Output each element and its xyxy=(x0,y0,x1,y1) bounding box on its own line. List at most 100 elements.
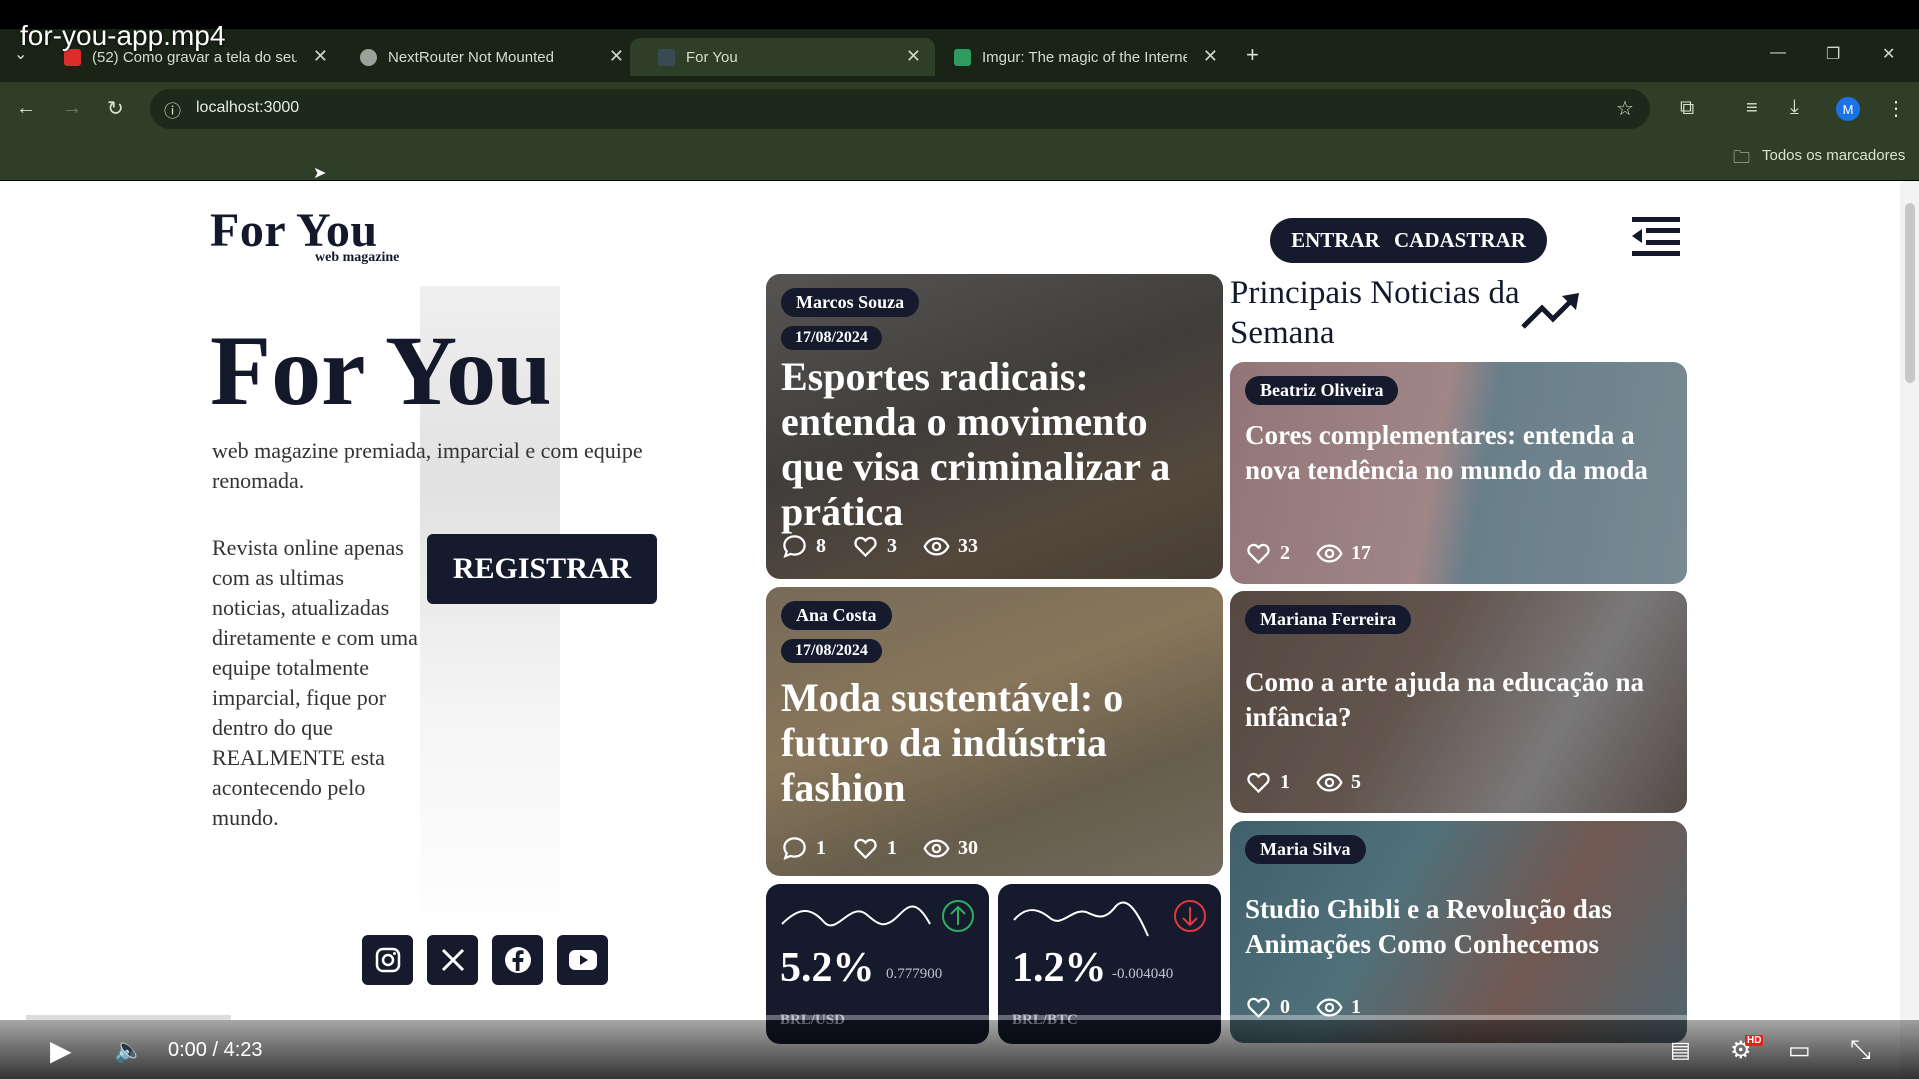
close-window-icon[interactable]: ✕ xyxy=(1882,44,1895,64)
tab-2[interactable]: NextRouter Not Mounted ✕ xyxy=(332,38,638,76)
foryou-favicon-icon xyxy=(658,49,675,66)
like-count: 1 xyxy=(1280,771,1290,793)
hero-description: Revista online apenas com as ultimas not… xyxy=(212,535,418,830)
comment-count: 8 xyxy=(816,535,826,557)
login-button[interactable]: ENTRAR xyxy=(1291,228,1380,253)
youtube-icon[interactable] xyxy=(557,935,608,985)
view-count: 5 xyxy=(1351,771,1361,793)
forward-icon[interactable]: → xyxy=(62,97,82,120)
hd-badge: HD xyxy=(1745,1035,1764,1046)
hero-tagline: web magazine premiada, imparcial e com e… xyxy=(212,438,643,493)
back-icon[interactable]: ← xyxy=(16,97,36,120)
bookmark-star-icon[interactable]: ☆ xyxy=(1616,96,1634,121)
comment-icon xyxy=(783,535,806,558)
comment-count: 1 xyxy=(816,837,826,859)
article-title: Moda sustentável: o futuro da indústria … xyxy=(781,675,1124,810)
article-stats: 8 3 33 xyxy=(781,533,978,560)
eye-icon xyxy=(1316,544,1343,563)
video-title: for-you-app.mp4 xyxy=(20,20,226,51)
top-news-card[interactable]: Mariana Ferreira Como a arte ajuda na ed… xyxy=(1230,591,1687,813)
register-button[interactable]: REGISTRAR xyxy=(427,534,657,604)
quote-percentage: 5.2% xyxy=(780,945,875,991)
eye-icon xyxy=(1316,773,1343,792)
close-tab-icon[interactable]: ✕ xyxy=(313,46,328,67)
comment-icon xyxy=(783,837,806,860)
quote-change: -0.004040 xyxy=(1112,966,1174,982)
featured-news-card[interactable]: Marcos Souza 17/08/2024 Esportes radicai… xyxy=(766,274,1223,579)
top-news-card[interactable]: Beatriz Oliveira Cores complementares: e… xyxy=(1230,362,1687,584)
heart-icon[interactable] xyxy=(1245,540,1272,567)
article-stats: 2 17 xyxy=(1245,540,1371,567)
subtitles-icon[interactable]: ▤ xyxy=(1670,1037,1691,1063)
quote-change: 0.777900 xyxy=(886,966,943,982)
date-badge: 17/08/2024 xyxy=(781,326,882,350)
sparkline-down xyxy=(1013,900,1206,937)
tab-label: Imgur: The magic of the Interne xyxy=(982,48,1187,66)
top-news-card[interactable]: Maria Silva Studio Ghibli e a Revolução … xyxy=(1230,821,1687,1043)
page-scrollbar[interactable] xyxy=(1900,181,1919,1079)
author-badge: Mariana Ferreira xyxy=(1245,605,1412,634)
video-progress-played xyxy=(26,1015,232,1020)
close-tab-icon[interactable]: ✕ xyxy=(609,46,624,67)
web-page: For You web magazine ENTRAR CADASTRAR Fo… xyxy=(0,181,1900,1079)
mouse-cursor-icon: ➤ xyxy=(313,165,327,182)
tab-label: NextRouter Not Mounted xyxy=(388,48,554,66)
signup-button[interactable]: CADASTRAR xyxy=(1394,228,1526,253)
auth-pill: ENTRAR CADASTRAR xyxy=(1270,218,1547,263)
exit-fullscreen-icon[interactable]: ⤡ xyxy=(1850,1034,1871,1066)
bookmarks-bar xyxy=(0,140,1919,180)
tab-label: For You xyxy=(686,48,738,66)
date-badge: 17/08/2024 xyxy=(781,639,882,663)
site-info-icon[interactable]: ⓘ xyxy=(164,97,181,122)
tab-4[interactable]: Imgur: The magic of the Interne ✕ xyxy=(926,38,1232,76)
like-count: 1 xyxy=(887,837,897,859)
article-title: Cores complementares: entenda a nova ten… xyxy=(1245,420,1648,485)
eye-icon xyxy=(923,537,950,556)
view-count: 30 xyxy=(958,837,978,859)
site-logo-subtitle: web magazine xyxy=(315,250,400,265)
close-tab-icon[interactable]: ✕ xyxy=(1203,46,1218,67)
extensions-icon[interactable]: ⧉ xyxy=(1680,97,1694,120)
minimize-icon[interactable]: — xyxy=(1770,44,1786,62)
miniplayer-icon[interactable]: ▭ xyxy=(1788,1036,1811,1065)
view-count: 33 xyxy=(958,535,978,557)
eye-icon xyxy=(923,839,950,858)
like-count: 3 xyxy=(887,535,897,557)
media-control-icon[interactable]: ≡ xyxy=(1746,97,1758,120)
profile-initial: M xyxy=(1842,101,1854,117)
author-badge: Marcos Souza xyxy=(781,288,920,317)
tab-3[interactable]: For You ✕ xyxy=(630,38,935,76)
heart-icon[interactable] xyxy=(852,835,879,862)
close-tab-icon[interactable]: ✕ xyxy=(906,46,921,67)
all-bookmarks-link[interactable]: Todos os marcadores xyxy=(1762,147,1905,164)
play-icon[interactable]: ▶ xyxy=(50,1034,72,1067)
menu-icon[interactable] xyxy=(1632,215,1682,259)
scrollbar-thumb[interactable] xyxy=(1905,203,1915,383)
download-icon[interactable]: ⤓ xyxy=(1790,96,1799,119)
featured-news-card[interactable]: Ana Costa 17/08/2024 Moda sustentável: o… xyxy=(766,587,1223,876)
profile-avatar[interactable]: M xyxy=(1836,97,1860,121)
article-title: Esportes radicais: entenda o movimento q… xyxy=(781,354,1171,534)
facebook-icon[interactable] xyxy=(492,935,543,985)
heart-icon[interactable] xyxy=(852,533,879,560)
volume-icon[interactable]: 🔈 xyxy=(114,1036,144,1065)
browser-menu-icon[interactable]: ⋮ xyxy=(1886,96,1906,121)
restore-icon[interactable]: ❐ xyxy=(1826,44,1840,64)
hero-title: For You xyxy=(210,315,552,426)
like-count: 2 xyxy=(1280,542,1290,564)
nextjs-favicon-icon xyxy=(360,49,377,66)
reload-icon[interactable]: ↻ xyxy=(107,96,124,121)
view-count: 17 xyxy=(1351,542,1371,564)
article-stats: 1 1 30 xyxy=(781,835,978,862)
author-badge: Beatriz Oliveira xyxy=(1245,376,1399,405)
video-time: 0:00 / 4:23 xyxy=(168,1039,263,1061)
author-badge: Maria Silva xyxy=(1245,835,1366,864)
address-bar[interactable]: ⓘ localhost:3000 ☆ xyxy=(150,89,1650,129)
sparkline-up xyxy=(781,900,974,932)
x-twitter-icon[interactable] xyxy=(427,935,478,985)
heart-icon[interactable] xyxy=(1245,769,1272,796)
video-progress-bar[interactable] xyxy=(26,1015,1893,1020)
article-title: Studio Ghibli e a Revolução das Animaçõe… xyxy=(1245,894,1612,959)
instagram-icon[interactable] xyxy=(362,935,413,985)
new-tab-icon[interactable]: + xyxy=(1246,42,1259,68)
